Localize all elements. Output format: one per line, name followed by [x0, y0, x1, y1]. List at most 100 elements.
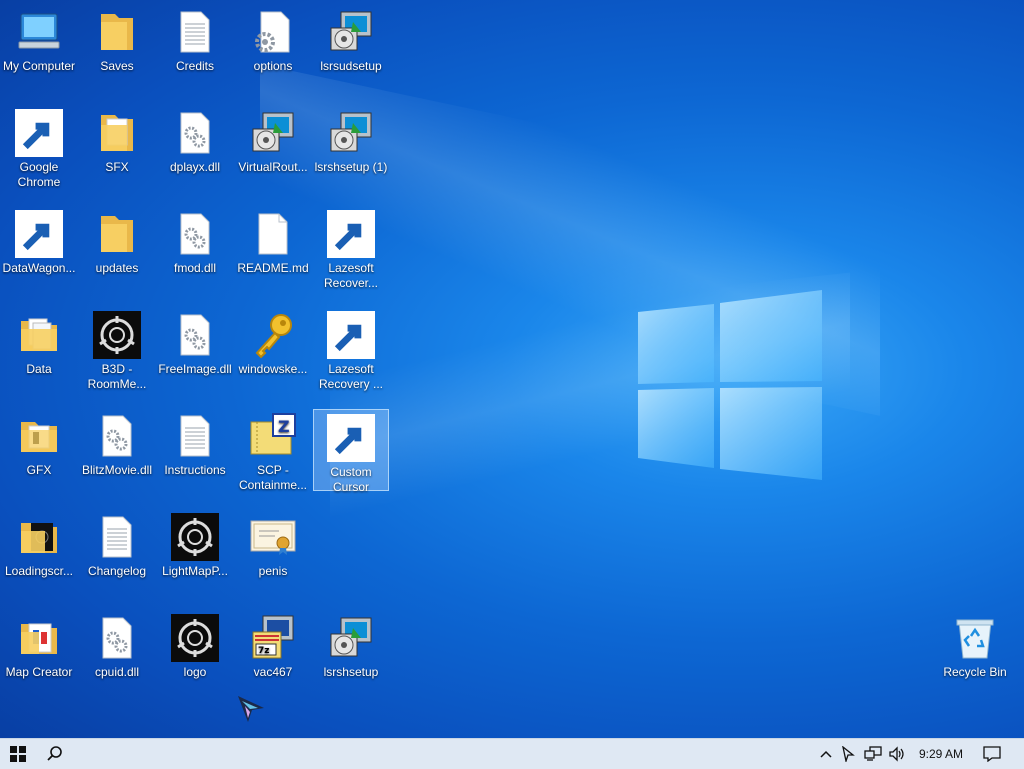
- desktop-icon-freeimage[interactable]: FreeImage.dll: [157, 307, 233, 389]
- desktop-icon-label: SCP - Containme...: [238, 463, 308, 492]
- desktop-icon-google-chrome[interactable]: Google Chrome: [1, 105, 77, 189]
- desktop-icon-updates[interactable]: updates: [79, 206, 155, 288]
- folder-map-icon: [15, 614, 63, 662]
- desktop-icon-b3d[interactable]: B3D - RoomMe...: [79, 307, 155, 391]
- desktop-icon-label: lsrshsetup (1): [314, 160, 388, 174]
- text-document-icon: [171, 412, 219, 460]
- desktop-icon-lsrsudsetup[interactable]: lsrsudsetup: [313, 4, 389, 86]
- clock[interactable]: 9:29 AM: [912, 739, 970, 769]
- dll-icon: [171, 311, 219, 359]
- desktop-icon-label: lsrsudsetup: [320, 59, 382, 73]
- installer-icon: [327, 614, 375, 662]
- search-button[interactable]: [38, 739, 72, 769]
- volume-button[interactable]: [886, 739, 908, 769]
- desktop-icon-label: Saves: [100, 59, 134, 73]
- svg-text:7z: 7z: [258, 646, 270, 656]
- folder-icon: [93, 109, 141, 157]
- action-center-button[interactable]: [978, 739, 1006, 769]
- dll-icon: [93, 412, 141, 460]
- desktop-icon-lsrshsetup-1[interactable]: lsrshsetup (1): [313, 105, 389, 187]
- certificate-icon: [249, 513, 297, 561]
- desktop-icon-custom-cursor[interactable]: Custom Cursor: [313, 409, 389, 494]
- tray-cursor-app[interactable]: [838, 739, 858, 769]
- desktop-icon-label: vac467: [253, 665, 293, 679]
- zip-archive-icon: Z: [249, 412, 297, 460]
- desktop-icon-dplayx[interactable]: dplayx.dll: [157, 105, 233, 187]
- desktop-icon-label: penis: [258, 564, 288, 578]
- desktop-icon-options[interactable]: options: [235, 4, 311, 86]
- desktop-icon-label: fmod.dll: [173, 261, 217, 275]
- desktop-icon-label: Map Creator: [5, 665, 73, 679]
- desktop-icon-cpuid[interactable]: cpuid.dll: [79, 610, 155, 692]
- desktop-icon-label: Lazesoft Recovery ...: [318, 362, 384, 391]
- start-button[interactable]: [0, 739, 36, 769]
- desktop-icon-label: LightMapP...: [162, 564, 228, 578]
- desktop-icon-changelog[interactable]: Changelog: [79, 509, 155, 591]
- desktop-icon-saves[interactable]: Saves: [79, 4, 155, 86]
- desktop-icon-loadingscr[interactable]: Loadingscr...: [1, 509, 77, 591]
- desktop-icon-label: Lazesoft Recover...: [323, 261, 379, 290]
- desktop-icon-label: logo: [183, 665, 207, 679]
- installer-icon: [327, 8, 375, 56]
- 7zip-installer-icon: 7z: [249, 614, 297, 662]
- desktop-icon-datawagon[interactable]: DataWagon...: [1, 206, 77, 288]
- desktop-icon-label: DataWagon...: [2, 261, 76, 275]
- desktop-icon-vac467[interactable]: 7z vac467: [235, 610, 311, 692]
- desktop-icon-lazesoft-1[interactable]: Lazesoft Recover...: [313, 206, 389, 290]
- desktop-icon-lightmapp[interactable]: LightMapP...: [157, 509, 233, 591]
- windows-start-icon: [10, 746, 26, 762]
- shortcut-arrow-icon: [327, 210, 375, 258]
- installer-icon: [249, 109, 297, 157]
- desktop-icon-instructions[interactable]: Instructions: [157, 408, 233, 490]
- desktop-icon-data[interactable]: Data: [1, 307, 77, 389]
- text-document-icon: [171, 8, 219, 56]
- shortcut-arrow-icon: [15, 109, 63, 157]
- mouse-cursor-icon: [236, 694, 266, 724]
- desktop-icon-label: Google Chrome: [17, 160, 61, 189]
- desktop-icon-label: README.md: [237, 261, 309, 275]
- volume-icon: [889, 746, 904, 762]
- cursor-tray-icon: [842, 746, 855, 762]
- desktop-icon-label: cpuid.dll: [94, 665, 140, 679]
- network-button[interactable]: [862, 739, 884, 769]
- desktop-icon-readme[interactable]: README.md: [235, 206, 311, 288]
- desktop-icon-map-creator[interactable]: Map Creator: [1, 610, 77, 692]
- desktop-icon-lazesoft-2[interactable]: Lazesoft Recovery ...: [313, 307, 389, 391]
- dll-icon: [93, 614, 141, 662]
- lazesoft-icon: [327, 311, 375, 359]
- desktop-icon-fmod[interactable]: fmod.dll: [157, 206, 233, 288]
- desktop-icon-label: My Computer: [2, 59, 76, 73]
- desktop-icon-label: Custom Cursor: [330, 465, 372, 494]
- show-hidden-icons-button[interactable]: [816, 739, 836, 769]
- desktop-icon-label: updates: [95, 261, 139, 275]
- desktop-icon-blitzmovie[interactable]: BlitzMovie.dll: [79, 408, 155, 490]
- desktop-icon-logo[interactable]: logo: [157, 610, 233, 692]
- scp-logo-icon: [171, 614, 219, 662]
- network-icon: [864, 746, 882, 761]
- desktop-icon-label: Loadingscr...: [4, 564, 74, 578]
- desktop-icon-gfx[interactable]: GFX: [1, 408, 77, 490]
- desktop-icon-label: FreeImage.dll: [158, 362, 232, 376]
- folder-icon: [93, 8, 141, 56]
- desktop-icon-label: Credits: [175, 59, 214, 73]
- folder-image-icon: [15, 412, 63, 460]
- desktop-icon-credits[interactable]: Credits: [157, 4, 233, 86]
- search-icon: [47, 746, 62, 761]
- installer-icon: [327, 109, 375, 157]
- cursor-arrow-icon: [327, 414, 375, 462]
- desktop-icon-label: Data: [26, 362, 52, 376]
- shortcut-arrow-icon: [327, 311, 375, 359]
- desktop-icon-lsrshsetup[interactable]: lsrshsetup: [313, 610, 389, 692]
- desktop-icon-recycle-bin[interactable]: Recycle Bin: [937, 610, 1013, 692]
- desktop-icon-label: lsrshsetup: [323, 665, 379, 679]
- desktop-icon-sfx[interactable]: SFX: [79, 105, 155, 187]
- desktop-icon-windowske[interactable]: windowske...: [235, 307, 311, 389]
- text-document-icon: [93, 513, 141, 561]
- desktop-icon-my-computer[interactable]: My Computer: [1, 4, 77, 86]
- monitor-icon: [15, 8, 63, 56]
- desktop-icon-virtualrout[interactable]: VirtualRout...: [235, 105, 311, 187]
- folder-dark-icon: [15, 513, 63, 561]
- desktop-icon-scp-containment[interactable]: Z SCP - Containme...: [235, 408, 311, 492]
- desktop-icon-penis[interactable]: penis: [235, 509, 311, 591]
- desktop-icon-label: SFX: [105, 160, 129, 174]
